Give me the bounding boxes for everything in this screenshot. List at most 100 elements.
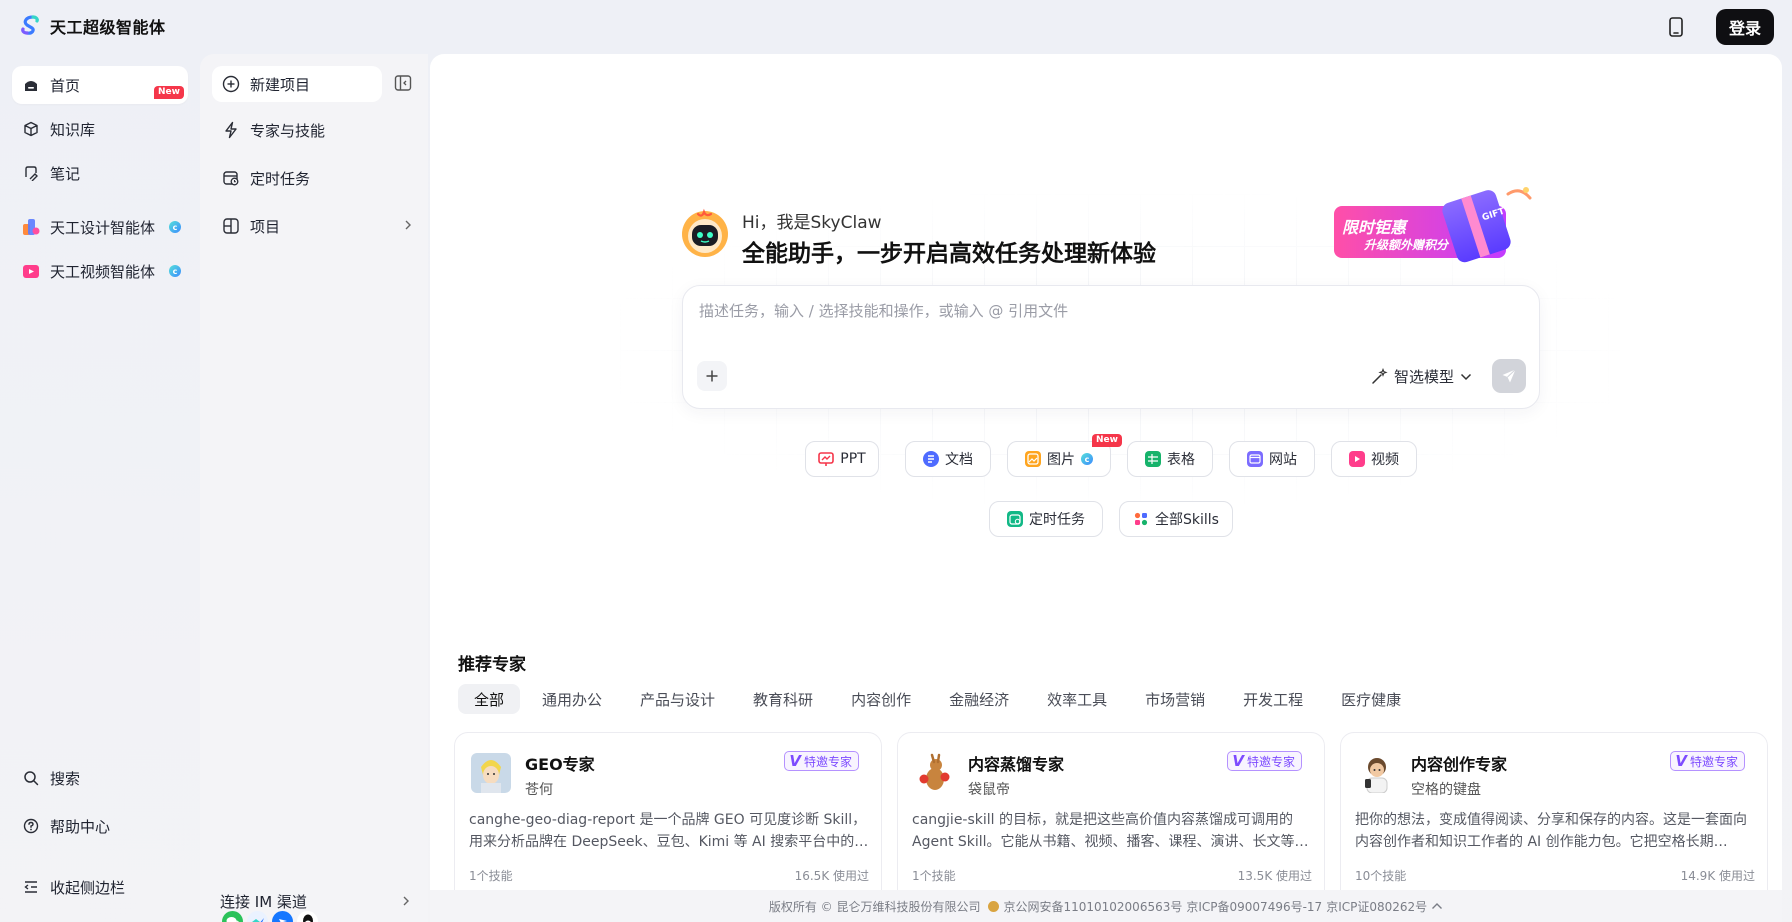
search-icon bbox=[22, 769, 40, 787]
tab-healthcare[interactable]: 医疗健康 bbox=[1325, 684, 1417, 714]
chip-document[interactable]: 文档 bbox=[905, 441, 991, 477]
expert-name: 内容蒸馏专家 bbox=[968, 755, 1065, 774]
phone-icon bbox=[1669, 17, 1683, 37]
nav-item-help[interactable]: 帮助中心 bbox=[12, 807, 188, 845]
tab-product-design[interactable]: 产品与设计 bbox=[624, 684, 731, 714]
chip-image[interactable]: 图片 c New bbox=[1007, 434, 1122, 477]
attach-button[interactable] bbox=[697, 361, 727, 391]
tab-office[interactable]: 通用办公 bbox=[526, 684, 618, 714]
chip-all-skills[interactable]: 全部Skills bbox=[1119, 501, 1233, 537]
chip-label: 文档 bbox=[945, 452, 973, 468]
tab-efficiency[interactable]: 效率工具 bbox=[1031, 684, 1123, 714]
sidebar-toggle-icon bbox=[394, 75, 412, 91]
chip-label: PPT bbox=[840, 451, 866, 467]
chip-ppt[interactable]: PPT bbox=[805, 441, 879, 477]
send-icon bbox=[1502, 369, 1516, 383]
plus-icon bbox=[706, 370, 718, 382]
icp-license[interactable]: 京ICP证080262号 bbox=[1326, 898, 1427, 915]
tagline: 全能助手，一步开启高效任务处理新体验 bbox=[742, 241, 1156, 267]
app-title: 天工超级智能体 bbox=[50, 18, 166, 37]
nav-item-label: 知识库 bbox=[50, 120, 96, 139]
calendar-clock-icon bbox=[223, 171, 239, 186]
credit-icon: c bbox=[1081, 453, 1093, 465]
section-title: 推荐专家 bbox=[458, 655, 526, 675]
nav-item-video-agent[interactable]: 天工视频智能体 c bbox=[12, 252, 188, 290]
nav-item-design-agent[interactable]: 天工设计智能体 c bbox=[12, 208, 188, 246]
calendar-clock-icon bbox=[1007, 511, 1023, 527]
nav-item-label: 收起侧边栏 bbox=[50, 878, 126, 897]
cube-icon bbox=[22, 120, 40, 138]
footer: 版权所有 © 昆仑万维科技股份有限公司 京公网安备11010102006563号… bbox=[430, 890, 1782, 922]
tab-development[interactable]: 开发工程 bbox=[1227, 684, 1319, 714]
connect-im-channel-button[interactable]: 连接 IM 渠道 bbox=[220, 889, 410, 913]
panel-item-label: 专家与技能 bbox=[250, 121, 326, 140]
chevron-right-icon bbox=[405, 220, 411, 230]
expert-stats: 10个技能 14.9K 使用过 bbox=[1355, 867, 1755, 884]
nav-item-label: 天工设计智能体 bbox=[50, 218, 156, 237]
v-icon: V bbox=[1675, 752, 1687, 770]
new-project-button[interactable]: 新建项目 bbox=[212, 66, 382, 102]
projects-item[interactable]: 项目 bbox=[212, 208, 418, 244]
mobile-app-button[interactable] bbox=[1664, 14, 1688, 40]
chevron-up-icon[interactable] bbox=[1431, 902, 1443, 910]
featured-expert-badge: V 特邀专家 bbox=[1227, 751, 1302, 771]
primary-nav: 首页 知识库 笔记 天工设计智能体 c 天工视频智能体 c bbox=[12, 66, 188, 296]
lightning-icon bbox=[225, 121, 237, 139]
grid-icon bbox=[223, 218, 239, 234]
experts-skills-item[interactable]: 专家与技能 bbox=[212, 112, 382, 148]
expert-avatar bbox=[1357, 753, 1397, 793]
nav-item-search[interactable]: 搜索 bbox=[12, 759, 188, 797]
nav-item-notes[interactable]: 笔记 bbox=[12, 154, 188, 192]
expert-description: cangjie-skill 的目标，就是把这些高价值内容蒸馏成可调用的 Agen… bbox=[912, 812, 1309, 850]
chip-website[interactable]: 网站 bbox=[1229, 441, 1315, 477]
chip-video[interactable]: 视频 bbox=[1331, 441, 1417, 477]
expert-author: 袋鼠帝 bbox=[968, 782, 1010, 798]
tab-marketing[interactable]: 市场营销 bbox=[1129, 684, 1221, 714]
promo-subtitle: 升级额外赠积分 bbox=[1364, 238, 1449, 252]
tab-all[interactable]: 全部 bbox=[458, 684, 521, 714]
icp-record[interactable]: 京ICP备09007496号-17 bbox=[1186, 898, 1322, 915]
featured-expert-label: 特邀专家 bbox=[1689, 754, 1738, 769]
chip-spreadsheet[interactable]: 表格 bbox=[1127, 441, 1213, 477]
top-bar: 天工超级智能体 登录 bbox=[0, 0, 1792, 54]
expert-stats: 1个技能 16.5K 使用过 bbox=[469, 867, 869, 884]
brand[interactable]: 天工超级智能体 bbox=[18, 14, 166, 38]
new-badge: New bbox=[1092, 434, 1122, 447]
expert-author: 苍何 bbox=[525, 782, 553, 798]
icp-record-police[interactable]: 京公网安备11010102006563号 bbox=[1003, 898, 1182, 915]
nav-item-label: 笔记 bbox=[50, 164, 81, 183]
nav-divider bbox=[12, 198, 188, 208]
document-icon bbox=[923, 451, 939, 467]
usage-count: 13.5K 使用过 bbox=[1237, 869, 1312, 883]
nav-item-knowledge-base[interactable]: 知识库 bbox=[12, 110, 188, 148]
model-selector[interactable]: 智选模型 bbox=[1371, 366, 1472, 387]
chip-label: 表格 bbox=[1167, 452, 1195, 468]
table-icon bbox=[1145, 451, 1161, 467]
expert-name: GEO专家 bbox=[525, 755, 595, 774]
expert-avatar bbox=[471, 753, 511, 793]
expert-name: 内容创作专家 bbox=[1411, 755, 1508, 774]
tab-content-creation[interactable]: 内容创作 bbox=[835, 684, 927, 714]
nav-item-label: 帮助中心 bbox=[50, 817, 111, 836]
login-button[interactable]: 登录 bbox=[1716, 9, 1774, 45]
promo-banner[interactable]: 限时钜惠 升级额外赠积分 GIFT bbox=[1330, 184, 1540, 264]
chip-label: 网站 bbox=[1269, 452, 1297, 468]
tab-education[interactable]: 教育科研 bbox=[737, 684, 829, 714]
help-icon bbox=[22, 817, 40, 835]
task-input[interactable]: 描述任务，输入 / 选择技能和操作，或输入 @ 引用文件 bbox=[699, 300, 1068, 321]
expert-description: 把你的想法，变成值得阅读、分享和保存的内容。这是一套面向内容创作者和知识工作者的… bbox=[1355, 812, 1747, 850]
collapse-panel-button[interactable] bbox=[394, 74, 412, 92]
panel-item-label: 项目 bbox=[250, 217, 281, 236]
send-button[interactable] bbox=[1492, 359, 1526, 393]
website-icon bbox=[1247, 451, 1263, 467]
brand-logo-icon bbox=[21, 15, 39, 35]
collapse-sidebar-button[interactable]: 收起侧边栏 bbox=[12, 868, 188, 906]
chip-scheduled-task[interactable]: 定时任务 bbox=[989, 501, 1103, 537]
scheduled-tasks-item[interactable]: 定时任务 bbox=[212, 160, 382, 196]
panel-item-label: 定时任务 bbox=[250, 169, 311, 188]
video-agent-icon bbox=[22, 262, 40, 280]
tab-finance[interactable]: 金融经济 bbox=[933, 684, 1025, 714]
nav-item-label: 搜索 bbox=[50, 769, 81, 788]
panel-item-label: 新建项目 bbox=[250, 75, 311, 94]
task-composer: 描述任务，输入 / 选择技能和操作，或输入 @ 引用文件 智选模型 bbox=[682, 285, 1540, 409]
